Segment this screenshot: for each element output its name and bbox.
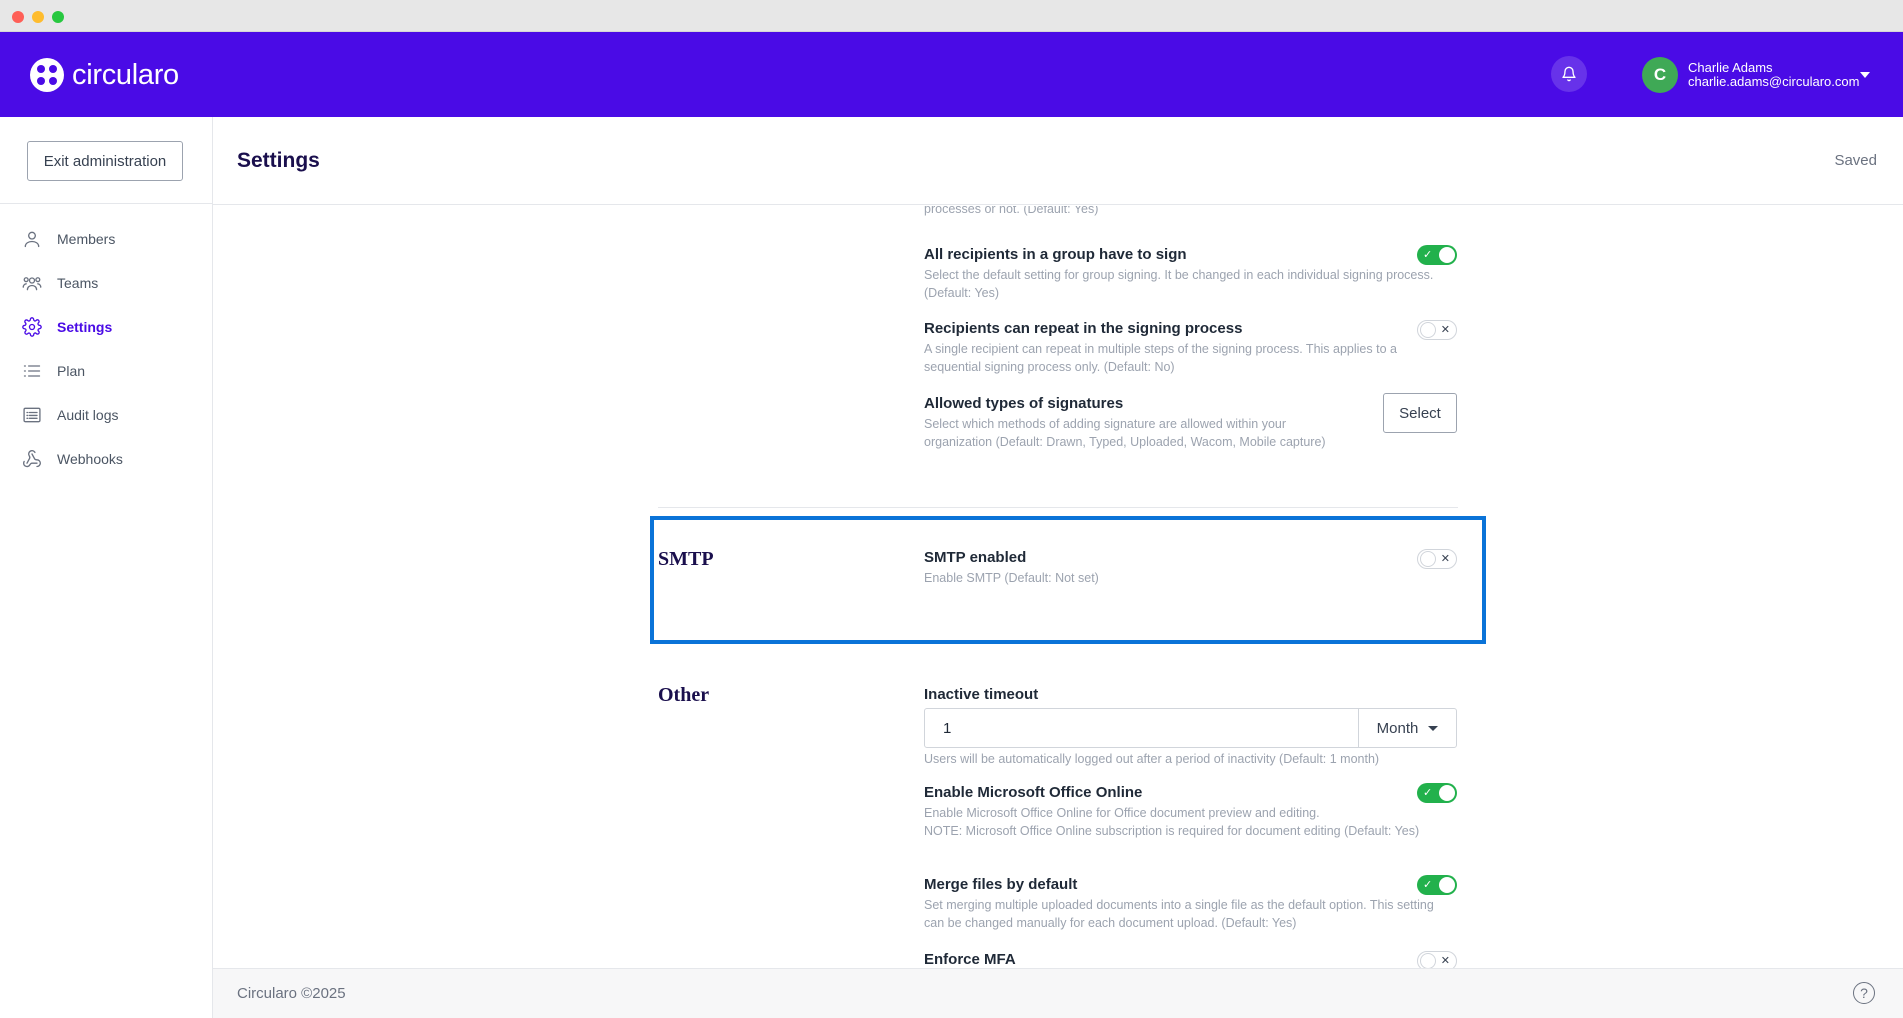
- x-icon: ✕: [1440, 955, 1450, 967]
- sidebar-nav: Members Teams Settings Plan Audit logs W…: [0, 217, 212, 481]
- app-header: circularo C Charlie Adams charlie.adams@…: [0, 32, 1903, 117]
- user-email: charlie.adams@circularo.com: [1688, 74, 1860, 89]
- page-title: Settings: [237, 149, 320, 172]
- timeout-unit-select[interactable]: Month: [1358, 709, 1456, 747]
- brand-name: circularo: [72, 58, 179, 91]
- sidebar-item-members[interactable]: Members: [0, 217, 212, 261]
- setting-description: A single recipient can repeat in multipl…: [924, 342, 1397, 374]
- log-icon: [23, 407, 41, 423]
- user-icon: [24, 231, 40, 248]
- close-window-button[interactable]: [12, 11, 24, 23]
- other-section-heading: Other: [658, 684, 710, 706]
- setting-inactive-timeout: Inactive timeout: [924, 686, 1454, 704]
- sidebar-item-teams[interactable]: Teams: [0, 261, 212, 305]
- inactive-timeout-input[interactable]: 1: [925, 709, 1358, 747]
- setting-description: Set merging multiple uploaded documents …: [924, 898, 1434, 930]
- notifications-button[interactable]: [1551, 56, 1587, 92]
- list-icon: [23, 365, 41, 377]
- help-icon[interactable]: ?: [1853, 982, 1875, 1004]
- setting-merge-files: Merge files by default Set merging multi…: [924, 876, 1454, 932]
- window-titlebar: [0, 0, 1903, 32]
- sidebar-item-plan[interactable]: Plan: [0, 349, 212, 393]
- settings-content: processes or not. (Default: Yes) All rec…: [213, 206, 1903, 968]
- check-icon: ✓: [1423, 787, 1433, 799]
- webhook-icon: [23, 450, 41, 468]
- setting-description: Users will be automatically logged out a…: [924, 752, 1380, 766]
- user-name: Charlie Adams: [1688, 60, 1773, 75]
- sidebar-item-label: Members: [57, 231, 116, 247]
- sidebar-item-label: Teams: [57, 275, 99, 291]
- smtp-enabled-toggle[interactable]: ✕: [1417, 549, 1457, 569]
- select-signature-types-button[interactable]: Select: [1383, 393, 1457, 433]
- exit-administration-button[interactable]: Exit administration: [27, 141, 183, 181]
- sidebar-item-webhooks[interactable]: Webhooks: [0, 437, 212, 481]
- section-divider: [658, 507, 1458, 508]
- sidebar-item-label: Plan: [57, 363, 86, 379]
- group-signing-toggle[interactable]: ✓: [1417, 245, 1457, 265]
- inactive-timeout-input-group: 1 Month: [924, 708, 1457, 748]
- team-icon: [22, 277, 42, 291]
- setting-group-signing: All recipients in a group have to sign S…: [924, 246, 1454, 302]
- x-icon: ✕: [1440, 324, 1450, 336]
- enforce-mfa-toggle[interactable]: ✕: [1417, 951, 1457, 968]
- sidebar-item-label: Webhooks: [57, 451, 123, 467]
- setting-truncated: processes or not. (Default: Yes): [924, 206, 1454, 218]
- check-icon: ✓: [1423, 879, 1433, 891]
- setting-signature-types: Allowed types of signatures Select which…: [924, 395, 1354, 451]
- inactive-timeout-help: Users will be automatically logged out a…: [924, 748, 1454, 768]
- sidebar-item-settings[interactable]: Settings: [0, 305, 212, 349]
- user-menu[interactable]: C Charlie Adams charlie.adams@circularo.…: [1642, 54, 1859, 96]
- setting-description: Enable Microsoft Office Online for Offic…: [924, 804, 1454, 840]
- x-icon: ✕: [1440, 553, 1450, 565]
- check-icon: ✓: [1423, 249, 1433, 261]
- sidebar-item-label: Settings: [57, 319, 113, 335]
- setting-description-line: Enable Microsoft Office Online for Offic…: [924, 806, 1320, 820]
- maximize-window-button[interactable]: [52, 11, 64, 23]
- bell-icon: [1562, 66, 1576, 82]
- gear-icon: [22, 317, 42, 337]
- sidebar-item-audit-logs[interactable]: Audit logs: [0, 393, 212, 437]
- setting-smtp-enabled: SMTP enabled Enable SMTP (Default: Not s…: [924, 549, 1454, 587]
- sidebar: Exit administration Members Teams Settin…: [0, 117, 213, 1018]
- page-header: Settings Saved: [213, 117, 1903, 205]
- recipients-repeat-toggle[interactable]: ✕: [1417, 320, 1457, 340]
- timeout-unit-value: Month: [1376, 719, 1419, 737]
- setting-title: All recipients in a group have to sign: [924, 246, 1187, 263]
- chevron-down-icon: [1428, 725, 1439, 731]
- brand-logo[interactable]: circularo: [30, 57, 179, 93]
- setting-title: Recipients can repeat in the signing pro…: [924, 320, 1243, 337]
- setting-description: processes or not. (Default: Yes): [924, 206, 1099, 216]
- avatar: C: [1642, 57, 1678, 93]
- setting-description: Select the default setting for group sig…: [924, 268, 1434, 300]
- setting-title: Merge files by default: [924, 876, 1078, 893]
- setting-office-online: Enable Microsoft Office Online Enable Mi…: [924, 784, 1454, 840]
- sidebar-item-label: Audit logs: [57, 407, 119, 423]
- setting-title: Enforce MFA: [924, 951, 1016, 968]
- setting-title: Inactive timeout: [924, 686, 1039, 703]
- setting-title: Enable Microsoft Office Online: [924, 784, 1143, 801]
- sidebar-divider: [0, 203, 212, 204]
- circularo-logo-icon: [30, 58, 64, 92]
- merge-files-toggle[interactable]: ✓: [1417, 875, 1457, 895]
- setting-description: Enable SMTP (Default: Not set): [924, 571, 1099, 585]
- setting-enforce-mfa: Enforce MFA: [924, 951, 1454, 968]
- footer: Circularo ©2025 ?: [213, 968, 1903, 1018]
- smtp-section-heading: SMTP: [658, 548, 714, 570]
- setting-recipients-repeat: Recipients can repeat in the signing pro…: [924, 320, 1454, 376]
- copyright-text: Circularo ©2025: [237, 985, 346, 1002]
- minimize-window-button[interactable]: [32, 11, 44, 23]
- setting-title: SMTP enabled: [924, 549, 1027, 566]
- setting-description: Select which methods of adding signature…: [924, 417, 1326, 449]
- chevron-down-icon[interactable]: [1860, 72, 1870, 78]
- save-status: Saved: [1834, 152, 1877, 169]
- office-online-toggle[interactable]: ✓: [1417, 783, 1457, 803]
- setting-title: Allowed types of signatures: [924, 395, 1124, 412]
- setting-description-line: NOTE: Microsoft Office Online subscripti…: [924, 824, 1420, 838]
